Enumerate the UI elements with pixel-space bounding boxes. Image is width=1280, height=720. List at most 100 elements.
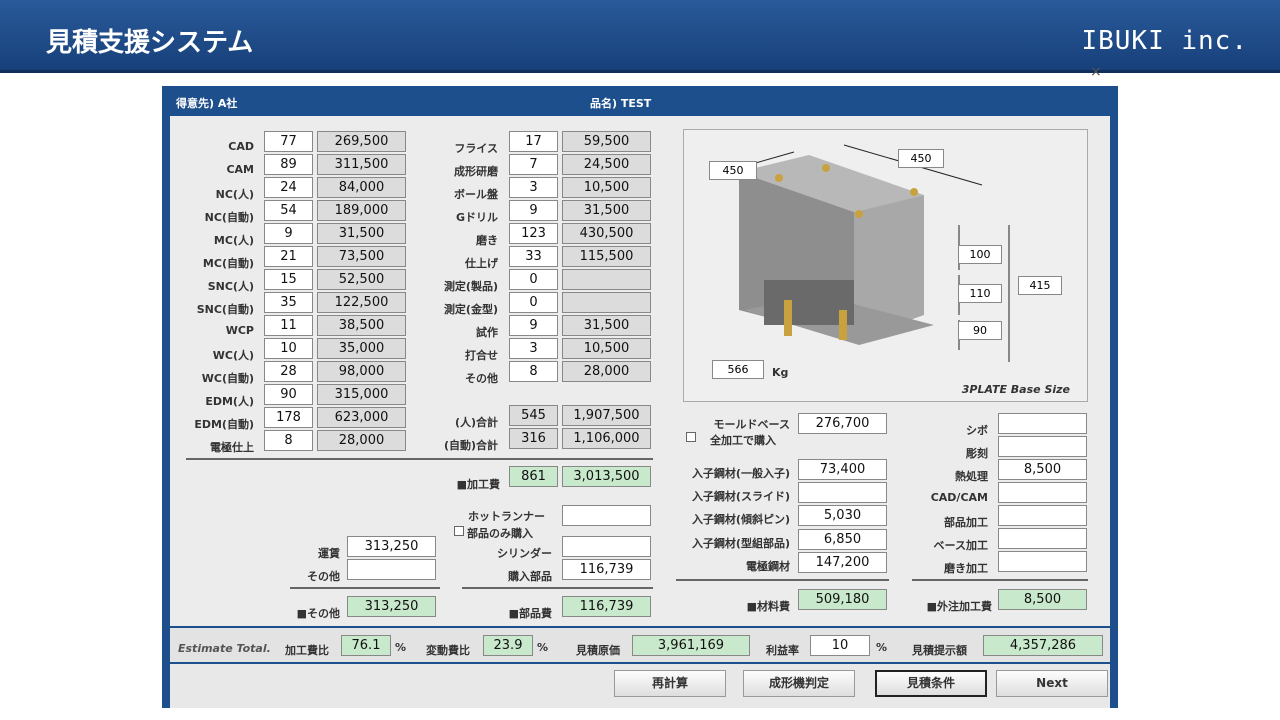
labor-row-amount: 28,000: [317, 430, 406, 451]
material-row-label: 電極鋼材: [746, 560, 790, 573]
labor-row-qty[interactable]: 8: [509, 361, 558, 382]
labor-row-label: EDM(自動): [194, 418, 254, 431]
labor-row-label: WC(自動): [201, 372, 254, 385]
estimate-conditions-button[interactable]: 見積条件: [875, 670, 987, 697]
cylinder-input[interactable]: [562, 536, 651, 557]
labor-row-qty[interactable]: 28: [264, 361, 313, 382]
labor-row-label: MC(自動): [202, 257, 254, 270]
labor-row-label: 試作: [476, 326, 498, 339]
labor-row-amount: 31,500: [562, 200, 651, 221]
material-row-input[interactable]: 5,030: [798, 505, 887, 526]
labor-row-qty[interactable]: 33: [509, 246, 558, 267]
labor-row-qty[interactable]: 54: [264, 200, 313, 221]
other-total-label: ■その他: [296, 607, 340, 620]
outsource-row-input[interactable]: [998, 436, 1087, 457]
header-bar: 見積支援システム IBUKI inc.: [0, 0, 1280, 73]
labor-row-amount: [562, 269, 651, 290]
labor-row-qty[interactable]: 9: [509, 315, 558, 336]
var-ratio-value: 23.9: [483, 635, 533, 656]
margin-input[interactable]: 10: [810, 635, 870, 656]
labor-row-qty[interactable]: 90: [264, 384, 313, 405]
outsource-row-input[interactable]: [998, 482, 1087, 503]
labor-row-amount: 122,500: [317, 292, 406, 313]
outsource-row-label: 部品加工: [944, 516, 988, 529]
parts-total-label: ■部品費: [508, 607, 552, 620]
labor-row-label: WCP: [225, 324, 254, 337]
material-row-input[interactable]: 6,850: [798, 529, 887, 550]
labor-row-amount: 315,000: [317, 384, 406, 405]
labor-row-qty[interactable]: 17: [509, 131, 558, 152]
outsource-total-label: ■外注加工費: [926, 600, 992, 613]
divider: [912, 579, 1088, 581]
labor-row-label: CAM: [226, 163, 254, 176]
parts-total: 116,739: [562, 596, 651, 617]
outsource-row-label: 彫刻: [966, 447, 988, 460]
labor-row-qty[interactable]: 15: [264, 269, 313, 290]
labor-row-qty[interactable]: 10: [264, 338, 313, 359]
outsource-row-label: ベース加工: [933, 539, 988, 552]
labor-row-qty[interactable]: 24: [264, 177, 313, 198]
labor-row-qty[interactable]: 77: [264, 131, 313, 152]
labor-row-label: Gドリル: [455, 211, 498, 224]
other-label: その他: [307, 570, 340, 583]
freight-input[interactable]: 313,250: [347, 536, 436, 557]
divider: [290, 587, 440, 589]
labor-row-qty[interactable]: 178: [264, 407, 313, 428]
estimate-total-label: Estimate Total.: [178, 642, 271, 655]
labor-row-amount: 28,000: [562, 361, 651, 382]
labor-row-qty[interactable]: 0: [509, 269, 558, 290]
machine-judge-button[interactable]: 成形機判定: [743, 670, 855, 697]
outsource-row-input[interactable]: [998, 528, 1087, 549]
labor-row-qty[interactable]: 35: [264, 292, 313, 313]
material-row-input[interactable]: [798, 482, 887, 503]
labor-row-qty[interactable]: 0: [509, 292, 558, 313]
hotrunner-input[interactable]: [562, 505, 651, 526]
labor-row-label: 打合せ: [465, 349, 498, 362]
divider: [186, 458, 653, 460]
parts-only-checkbox[interactable]: [454, 526, 464, 536]
outsource-row-input[interactable]: [998, 413, 1087, 434]
labor-row-amount: 31,500: [562, 315, 651, 336]
labor-row-label: MC(人): [213, 234, 254, 247]
labor-row-amount: 52,500: [317, 269, 406, 290]
labor-row-qty[interactable]: 123: [509, 223, 558, 244]
margin-pct: %: [876, 641, 888, 654]
moldbase-input[interactable]: 276,700: [798, 413, 887, 434]
labor-row-qty[interactable]: 3: [509, 177, 558, 198]
next-button[interactable]: Next: [996, 670, 1108, 697]
labor-row-label: EDM(人): [205, 395, 254, 408]
app-title: 見積支援システム: [46, 28, 254, 58]
other-input[interactable]: [347, 559, 436, 580]
labor-row-qty[interactable]: 89: [264, 154, 313, 175]
labor-row-label: SNC(人): [207, 280, 254, 293]
close-icon[interactable]: ×: [1090, 64, 1102, 80]
labor-row-label: フライス: [454, 142, 498, 155]
purchase-parts-input[interactable]: 116,739: [562, 559, 651, 580]
labor-row-label: ボール盤: [454, 188, 498, 201]
labor-row-qty[interactable]: 9: [509, 200, 558, 221]
moldbase-label: モールドベース: [713, 418, 790, 431]
labor-row-qty[interactable]: 9: [264, 223, 313, 244]
cost-value: 3,961,169: [632, 635, 750, 656]
labor-row-label: 磨き: [476, 234, 498, 247]
labor-row-qty[interactable]: 3: [509, 338, 558, 359]
labor-row-qty[interactable]: 7: [509, 154, 558, 175]
auto-total-label: (自動)合計: [443, 439, 498, 452]
labor-row-label: CAD: [228, 140, 254, 153]
outsource-row-input[interactable]: [998, 551, 1087, 572]
labor-row-qty[interactable]: 8: [264, 430, 313, 451]
full-machining-checkbox[interactable]: [686, 432, 696, 442]
labor-row-amount: 623,000: [317, 407, 406, 428]
material-row-label: 入子鋼材(一般入子): [691, 467, 790, 480]
recalculate-button[interactable]: 再計算: [614, 670, 726, 697]
other-total: 313,250: [347, 596, 436, 617]
proc-ratio-label: 加工費比: [285, 644, 329, 657]
image-caption: 3PLATE Base Size: [961, 383, 1070, 396]
material-row-input[interactable]: 73,400: [798, 459, 887, 480]
weight-unit: Kg: [772, 366, 789, 379]
outsource-row-input[interactable]: [998, 505, 1087, 526]
outsource-row-input[interactable]: 8,500: [998, 459, 1087, 480]
material-row-input[interactable]: 147,200: [798, 552, 887, 573]
labor-row-qty[interactable]: 11: [264, 315, 313, 336]
labor-row-qty[interactable]: 21: [264, 246, 313, 267]
